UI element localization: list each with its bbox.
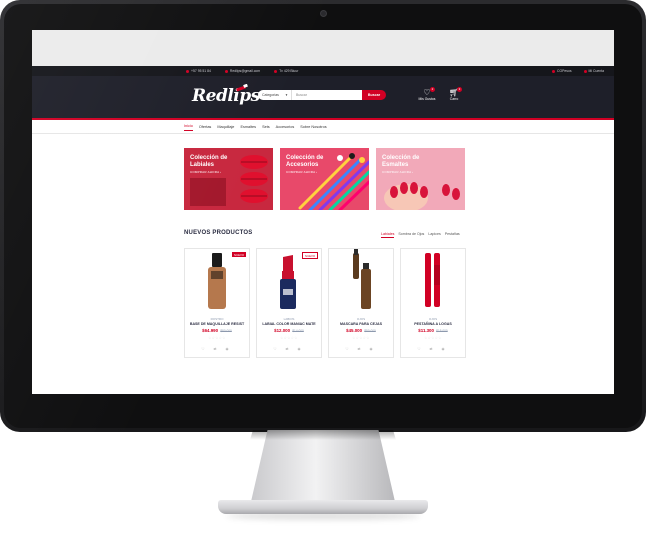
wishlist-count: 2 [430, 87, 435, 92]
product-actions[interactable]: ♡ ⇄ ◉ [401, 347, 465, 351]
main-header: Redlips Categorias ▼ Buscar Buscar ♡ 2 Mi… [32, 76, 614, 120]
product-price: $45.000 $50.000 [329, 328, 393, 333]
price-current: $64.990 [202, 328, 219, 333]
product-price: $64.990 $80.000 [185, 328, 249, 333]
product-tabs: Labiales Sombra de Ojos Lapices Pestañas [377, 232, 460, 238]
nav-item-maquillaje[interactable]: Maquillaje [217, 123, 234, 131]
rating-stars: ☆☆☆☆☆ [352, 336, 370, 340]
nav-item-sobre-nosotros[interactable]: Sobre Nosotros [300, 123, 326, 131]
banner-accesorios[interactable]: Colección de Accesorios COMPRAR AHORA › [280, 148, 369, 210]
screen: +57 95 51 84 Redlips@gmail.com Tv 429 Bl… [32, 30, 614, 394]
banner-cta[interactable]: COMPRAR AHORA › [190, 170, 221, 174]
search-input[interactable]: Buscar [292, 90, 362, 100]
product-actions[interactable]: ♡ ⇄ ◉ [185, 347, 249, 351]
site-logo[interactable]: Redlips [192, 86, 260, 106]
collection-banners: Colección de Labiales COMPRAR AHORA › Co… [184, 148, 472, 210]
price-old: $80.000 [220, 329, 232, 333]
product-price: $12.000 $14.000 [257, 328, 321, 333]
monitor-stand [250, 430, 396, 506]
cart-count: 3 [457, 87, 462, 92]
chevron-down-icon: ▼ [285, 93, 288, 97]
cart-icon: 🛒︎ [448, 88, 460, 97]
rating-stars: ☆☆☆☆☆ [208, 336, 226, 340]
product-grid: NUEVO ROSTRO BASE DE MAQUILLAJE RESIST $… [184, 248, 472, 358]
search-button[interactable]: Buscar [362, 90, 386, 100]
banner-esmaltes[interactable]: Colección de Esmaltes COMPRAR AHORA › [376, 148, 465, 210]
price-current: $45.000 [346, 328, 363, 333]
wishlist-button[interactable]: ♡ 2 Mis Gustos [415, 87, 439, 101]
product-name[interactable]: PESTAÑINA A LOGAS [401, 322, 465, 326]
mail-icon [224, 69, 228, 73]
product-name[interactable]: BASE DE MAQUILLAJE RESIST [185, 322, 249, 326]
price-old: $14.000 [292, 329, 304, 333]
product-category: OJOS [428, 317, 438, 321]
brow-mascara-image [353, 249, 371, 309]
stand-shadow [250, 430, 396, 440]
address-info: Tv 429 Bluur [274, 69, 298, 73]
main-navigation: Inicio Ofertas Maquillaje Esmaltes Sets … [32, 120, 614, 134]
product-card[interactable]: OJOS MASCARA PARA CEJAS $45.000 $50.000 … [328, 248, 394, 358]
price-old: $15.000 [436, 329, 448, 333]
category-select[interactable]: Categorias ▼ [258, 90, 292, 100]
product-category: OJOS [356, 317, 366, 321]
wishlist-label: Mis Gustos [418, 97, 436, 101]
nav-item-accesorios[interactable]: Accesorios [276, 123, 295, 131]
product-category: LABIOS [283, 317, 295, 321]
banner-cta[interactable]: COMPRAR AHORA › [286, 170, 317, 174]
new-badge: NUEVO [232, 252, 246, 257]
nav-item-esmaltes[interactable]: Esmaltes [240, 123, 256, 131]
cart-label: Carro [449, 97, 459, 101]
price-old: $50.000 [364, 329, 376, 333]
monitor-base [218, 500, 428, 514]
tab-sombra-de-ojos[interactable]: Sombra de Ojos [398, 232, 424, 238]
tab-lapices[interactable]: Lapices [428, 232, 440, 238]
phone-info: +57 95 51 84 [186, 69, 211, 73]
banner-labiales[interactable]: Colección de Labiales COMPRAR AHORA › [184, 148, 273, 210]
product-actions[interactable]: ♡ ⇄ ◉ [257, 347, 321, 351]
heart-icon: ♡ [423, 88, 431, 97]
product-card[interactable]: NUEVO LABIOS LABIAL COLOR MANIAC MATE $1… [256, 248, 322, 358]
product-actions[interactable]: ♡ ⇄ ◉ [329, 347, 393, 351]
cart-button[interactable]: 🛒︎ 3 Carro [442, 87, 466, 101]
search-bar: Categorias ▼ Buscar Buscar [258, 90, 386, 100]
top-info-bar: +57 95 51 84 Redlips@gmail.com Tv 429 Bl… [32, 66, 614, 76]
nav-item-inicio[interactable]: Inicio [184, 122, 193, 131]
webpage: +57 95 51 84 Redlips@gmail.com Tv 429 Bl… [32, 66, 614, 394]
banner-title: Colección de Accesorios [286, 155, 324, 168]
rating-stars: ☆☆☆☆☆ [424, 336, 442, 340]
product-card[interactable]: OJOS PESTAÑINA A LOGAS $11.300 $15.000 ☆… [400, 248, 466, 358]
product-price: $11.300 $15.000 [401, 328, 465, 333]
product-name[interactable]: LABIAL COLOR MANIAC MATE [257, 322, 321, 326]
rating-stars: ☆☆☆☆☆ [280, 336, 298, 340]
user-icon [583, 69, 587, 73]
currency-icon [552, 69, 556, 73]
account-link[interactable]: Mi Cuenta [583, 69, 604, 73]
foundation-bottle-image [208, 253, 226, 309]
location-icon [274, 69, 278, 73]
new-badge: NUEVO [302, 252, 318, 259]
section-title: NUEVOS PRODUCTOS [184, 230, 253, 236]
lipstick-logo-icon [236, 84, 248, 92]
currency-selector[interactable]: COPesos [552, 69, 572, 73]
product-card[interactable]: NUEVO ROSTRO BASE DE MAQUILLAJE RESIST $… [184, 248, 250, 358]
price-current: $12.000 [274, 328, 291, 333]
nav-item-ofertas[interactable]: Ofertas [199, 123, 211, 131]
webcam-icon [320, 10, 327, 17]
email-info[interactable]: Redlips@gmail.com [224, 69, 260, 73]
tab-pestanas[interactable]: Pestañas [445, 232, 460, 238]
banner-cta[interactable]: COMPRAR AHORA › [382, 170, 413, 174]
price-current: $11.300 [418, 328, 434, 333]
product-name[interactable]: MASCARA PARA CEJAS [329, 322, 393, 326]
product-category: ROSTRO [210, 317, 224, 321]
banner-title: Colección de Esmaltes [382, 155, 420, 168]
mascara-image [425, 253, 440, 307]
tab-labiales[interactable]: Labiales [381, 232, 395, 238]
banner-title: Colección de Labiales [190, 155, 228, 168]
phone-icon [186, 69, 189, 73]
nav-item-sets[interactable]: Sets [262, 123, 270, 131]
